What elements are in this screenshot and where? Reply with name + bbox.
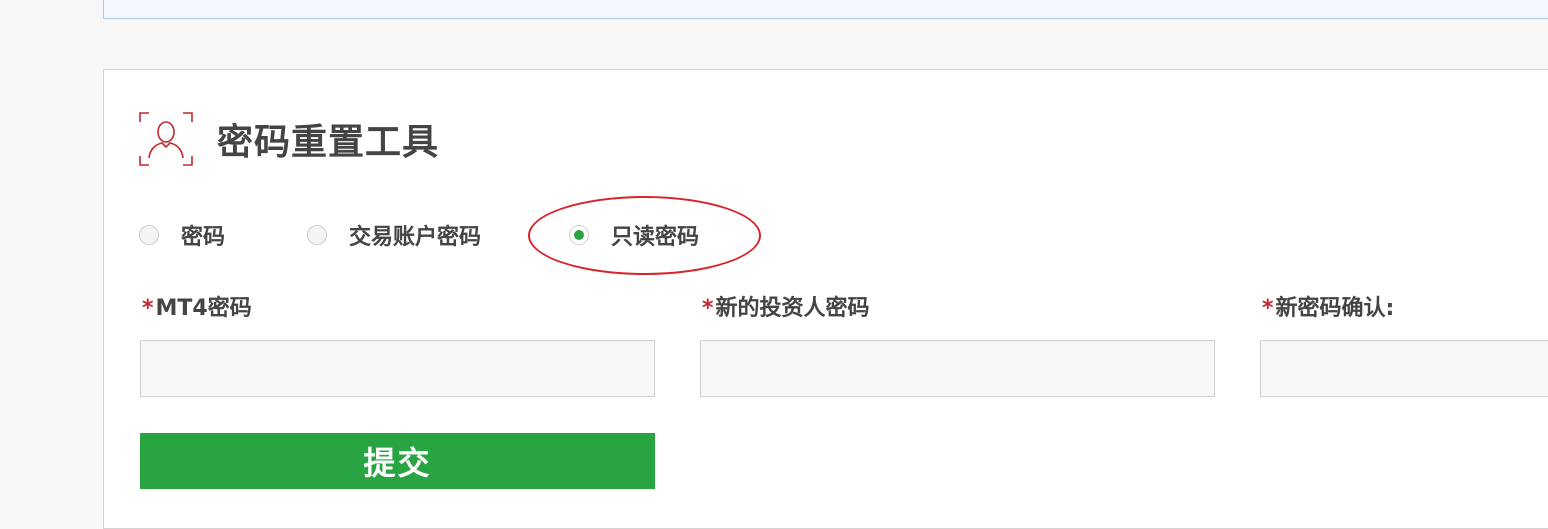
page-title: 密码重置工具 (217, 122, 440, 163)
radio-label: 只读密码 (611, 225, 700, 250)
radio-option-password[interactable]: 密码 (139, 220, 225, 250)
required-marker: * (1262, 296, 1274, 321)
confirm-password-input[interactable] (1260, 340, 1548, 397)
mt4-password-input[interactable] (140, 340, 655, 397)
radio-button-selected[interactable] (569, 225, 589, 245)
mt4-password-label: *MT4密码 (142, 290, 252, 322)
confirm-password-label: *新密码确认: (1262, 290, 1394, 322)
new-investor-password-label: *新的投资人密码 (702, 290, 870, 322)
submit-button[interactable]: 提交 (140, 433, 655, 489)
required-marker: * (142, 296, 154, 321)
user-scan-icon (139, 112, 193, 166)
new-investor-password-input[interactable] (700, 340, 1215, 397)
field-label-text: MT4密码 (155, 296, 252, 321)
required-marker: * (702, 296, 714, 321)
radio-label: 交易账户密码 (349, 225, 482, 250)
radio-label: 密码 (181, 225, 226, 250)
field-label-text: 新的投资人密码 (715, 296, 870, 321)
top-banner (103, 0, 1548, 19)
radio-option-readonly-password[interactable]: 只读密码 (569, 220, 699, 250)
radio-button[interactable] (139, 225, 159, 245)
field-label-text: 新密码确认: (1275, 296, 1395, 321)
title-row: 密码重置工具 (138, 111, 439, 167)
radio-button[interactable] (307, 225, 327, 245)
radio-option-trading-password[interactable]: 交易账户密码 (307, 220, 481, 250)
